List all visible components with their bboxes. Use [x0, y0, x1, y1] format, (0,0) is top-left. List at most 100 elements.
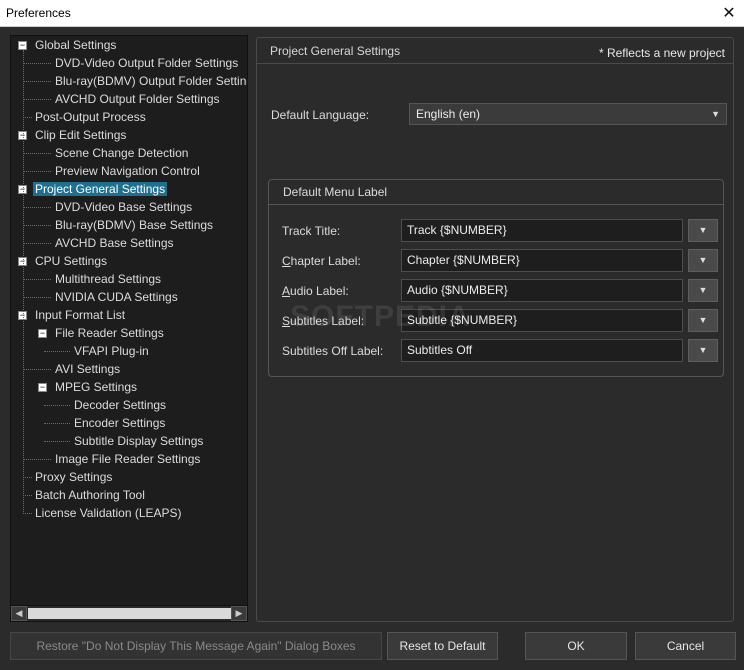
tree-connector — [24, 459, 51, 460]
close-icon[interactable]: ✕ — [714, 0, 744, 27]
tree-item-label: Project General Settings — [33, 182, 168, 196]
audio-label-value: Audio {$NUMBER} — [407, 283, 508, 297]
tree-item-label: Batch Authoring Tool — [35, 488, 145, 502]
tree-connector — [24, 225, 51, 226]
tree-item-label: Multithread Settings — [55, 272, 162, 286]
cancel-button[interactable]: Cancel — [635, 632, 736, 660]
tree-item[interactable]: File Reader Settings — [53, 324, 166, 342]
settings-tree: Global Settings − DVD-Video Output Folder … — [11, 36, 247, 605]
tree-item-label: VFAPI Plug-in — [74, 344, 149, 358]
tree-item-label: DVD-Video Output Folder Settings — [55, 56, 239, 70]
audio-label-label: Audio Label: — [282, 284, 349, 298]
tree-item[interactable]: Scene Change Detection — [53, 144, 190, 162]
tree-connector — [24, 243, 51, 244]
tree-item-label: AVCHD Output Folder Settings — [55, 92, 220, 106]
tree-item-label: Global Settings — [35, 38, 117, 52]
tree-item[interactable]: AVI Settings — [53, 360, 122, 378]
tree-item[interactable]: Subtitle Display Settings — [72, 432, 205, 450]
chevron-down-icon: ▼ — [698, 255, 708, 265]
tree-connector — [24, 297, 51, 298]
tree-connector — [23, 477, 32, 478]
tree-item[interactable]: Proxy Settings — [33, 468, 114, 486]
tree-item[interactable]: MPEG Settings — [53, 378, 139, 396]
panel-note: * Reflects a new project — [598, 46, 725, 60]
default-language-select[interactable]: English (en) ▼ — [409, 103, 727, 125]
tree-item-label: Encoder Settings — [74, 416, 166, 430]
minus-box-icon[interactable]: − — [38, 383, 47, 392]
tree-item-label: License Validation (LEAPS) — [35, 506, 182, 520]
tree-connector — [23, 495, 32, 496]
scrollbar-thumb[interactable] — [28, 608, 231, 619]
track-title-dropdown-button[interactable]: ▼ — [688, 219, 718, 242]
tree-item[interactable]: Global Settings — [33, 36, 118, 54]
tree-item-label: DVD-Video Base Settings — [55, 200, 193, 214]
subtitles-label-value: Subtitle {$NUMBER} — [407, 313, 518, 327]
subtitles-off-label-field[interactable]: Subtitles Off — [401, 339, 683, 362]
tree-item[interactable]: Decoder Settings — [72, 396, 168, 414]
tree-item[interactable]: Batch Authoring Tool — [33, 486, 147, 504]
tree-item[interactable]: NVIDIA CUDA Settings — [53, 288, 180, 306]
tree-item-label: Blu-ray(BDMV) Output Folder Settings — [55, 74, 247, 88]
subtitles-label-field[interactable]: Subtitle {$NUMBER} — [401, 309, 683, 332]
audio-label-field[interactable]: Audio {$NUMBER} — [401, 279, 683, 302]
tree-item[interactable]: VFAPI Plug-in — [72, 342, 151, 360]
tree-item[interactable]: License Validation (LEAPS) — [33, 504, 184, 522]
minus-box-icon[interactable]: − — [18, 41, 27, 50]
chevron-down-icon: ▼ — [698, 285, 708, 295]
tree-item[interactable]: DVD-Video Output Folder Settings — [53, 54, 240, 72]
subtitles-off-label-label: Subtitles Off Label: — [282, 344, 384, 358]
tree-connector — [23, 117, 32, 118]
chapter-label-label: Chapter Label: — [282, 254, 361, 268]
tree-connector — [44, 405, 70, 406]
default-language-value: English (en) — [416, 107, 481, 121]
tree-item[interactable]: CPU Settings — [33, 252, 109, 270]
audio-label-dropdown-button[interactable]: ▼ — [688, 279, 718, 302]
tree-item[interactable]: Multithread Settings — [53, 270, 163, 288]
subtitles-label-dropdown-button[interactable]: ▼ — [688, 309, 718, 332]
tree-item-label: CPU Settings — [35, 254, 108, 268]
tree-horizontal-scrollbar[interactable]: ◀ ▶ — [11, 605, 247, 621]
tree-item[interactable]: Preview Navigation Control — [53, 162, 202, 180]
ok-button[interactable]: OK — [525, 632, 627, 660]
tree-item[interactable]: Blu-ray(BDMV) Output Folder Settings — [53, 72, 247, 90]
tree-item-label: Post-Output Process — [35, 110, 146, 124]
tree-item[interactable]: AVCHD Base Settings — [53, 234, 176, 252]
tree-item[interactable]: Post-Output Process — [33, 108, 148, 126]
reset-to-default-button[interactable]: Reset to Default — [387, 632, 498, 660]
chapter-label-field[interactable]: Chapter {$NUMBER} — [401, 249, 683, 272]
chevron-down-icon: ▼ — [698, 225, 708, 235]
tree-item[interactable]: Input Format List — [33, 306, 127, 324]
tree-item-label: MPEG Settings — [55, 380, 138, 394]
arrow-left-icon[interactable]: ◀ — [11, 606, 27, 621]
tree-item[interactable]: Project General Settings — [33, 180, 168, 198]
arrow-right-icon[interactable]: ▶ — [231, 606, 247, 621]
tree-item[interactable]: AVCHD Output Folder Settings — [53, 90, 222, 108]
subtitles-off-label-dropdown-button[interactable]: ▼ — [688, 339, 718, 362]
track-title-field[interactable]: Track {$NUMBER} — [401, 219, 683, 242]
tree-connector — [24, 171, 51, 172]
tree-item-label: Clip Edit Settings — [35, 128, 127, 142]
tree-item-label: NVIDIA CUDA Settings — [55, 290, 178, 304]
chapter-label-value: Chapter {$NUMBER} — [407, 253, 520, 267]
track-title-value: Track {$NUMBER} — [407, 223, 507, 237]
restore-dialog-boxes-button[interactable]: Restore "Do Not Display This Message Aga… — [10, 632, 382, 660]
tree-item[interactable]: Blu-ray(BDMV) Base Settings — [53, 216, 215, 234]
track-title-label: Track Title: — [282, 224, 341, 238]
tree-connector — [44, 423, 70, 424]
subtitles-label-label: Subtitles Label: — [282, 314, 365, 328]
default-menu-label-group: Default Menu Label Track Title: Track {$… — [268, 179, 724, 377]
chapter-label-dropdown-button[interactable]: ▼ — [688, 249, 718, 272]
tree-item[interactable]: Encoder Settings — [72, 414, 167, 432]
tree-item[interactable]: DVD-Video Base Settings — [53, 198, 194, 216]
tree-item[interactable]: Clip Edit Settings — [33, 126, 128, 144]
minus-box-icon[interactable]: − — [38, 329, 47, 338]
tree-connector — [24, 153, 51, 154]
tree-connector — [23, 513, 32, 514]
settings-panel: Project General Settings * Reflects a ne… — [256, 37, 734, 622]
group-title: Default Menu Label — [283, 185, 388, 199]
tree-connector — [44, 441, 70, 442]
group-divider — [269, 204, 723, 205]
tree-connector — [24, 279, 51, 280]
tree-item[interactable]: Image File Reader Settings — [53, 450, 202, 468]
tree-item-label: Input Format List — [35, 308, 126, 322]
